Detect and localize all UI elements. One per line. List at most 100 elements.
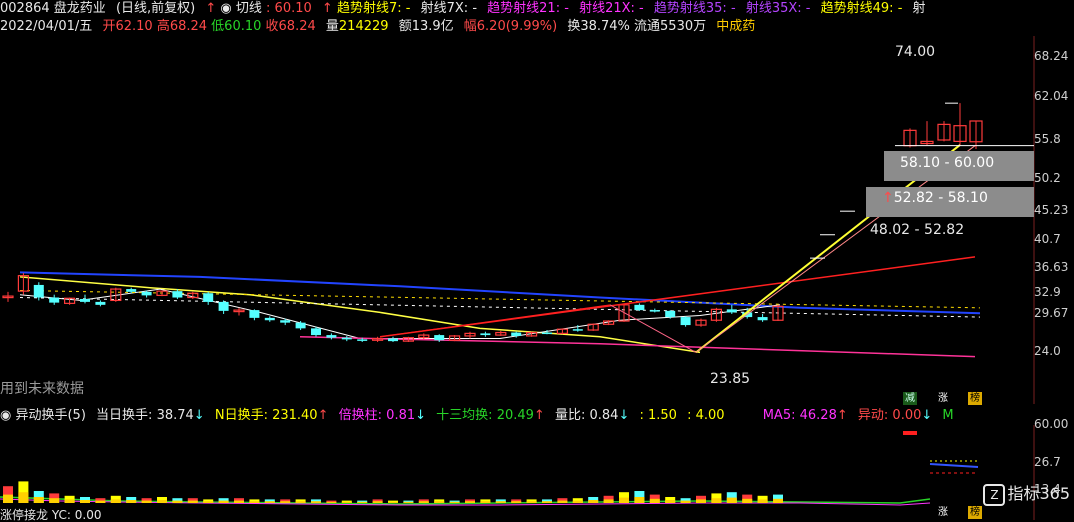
turnover-bars xyxy=(3,481,783,503)
arrow-down-icon: ↓ xyxy=(193,408,205,423)
candle-body[interactable] xyxy=(665,310,676,318)
spike-bar xyxy=(903,431,917,435)
axis-tick-label: 32.9 xyxy=(1034,285,1061,299)
dangri-label: 当日换手: xyxy=(96,408,153,423)
main-kline-chart[interactable] xyxy=(0,36,1074,404)
beihuan-label: 倍换柱: xyxy=(338,408,383,423)
turnover-bar-segment xyxy=(126,500,137,503)
candle-body[interactable] xyxy=(680,317,691,326)
turnover-bar-segment xyxy=(249,501,260,503)
brand-logo: Z 指标365 xyxy=(983,480,1070,506)
nri-value: 231.40 xyxy=(272,408,318,423)
period-label[interactable]: (日线,前复权) xyxy=(116,1,195,16)
bang-badge-sub[interactable]: 榜 xyxy=(968,506,982,519)
turnover-value: 换38.74% xyxy=(567,19,630,34)
magenta-ma-line xyxy=(299,336,976,358)
candle-body[interactable] xyxy=(280,320,291,323)
turnover-bar-segment xyxy=(388,501,398,503)
candle-body[interactable] xyxy=(249,310,260,318)
candle-body[interactable] xyxy=(172,291,183,298)
candle-body[interactable] xyxy=(511,332,522,336)
candle-body[interactable] xyxy=(357,339,368,341)
indicator-header: ◉ 异动换手(5) 当日换手: 38.74↓ N日换手: 231.40↑ 倍换柱… xyxy=(0,406,954,426)
candle-body[interactable] xyxy=(95,301,106,305)
candle-body[interactable] xyxy=(434,335,445,341)
turnover-bar-segment xyxy=(449,501,460,503)
axis-tick-label: 62.04 xyxy=(1034,89,1069,103)
candle-body[interactable] xyxy=(141,291,152,296)
candle-body[interactable] xyxy=(33,284,44,298)
candle-body[interactable] xyxy=(341,337,352,340)
qushi35-label: 趋势射线35: xyxy=(653,1,727,16)
candle-body[interactable] xyxy=(542,332,552,335)
candle-body[interactable] xyxy=(572,329,583,331)
candle-body[interactable] xyxy=(311,328,321,336)
shexian-trunc: 射 xyxy=(912,1,926,16)
arrow-down-icon: ↓ xyxy=(415,408,427,423)
axis-tick-label: 68.24 xyxy=(1034,49,1069,63)
qiexian-label: 切线 xyxy=(235,1,262,16)
turnover-bar-segment xyxy=(773,498,783,503)
turnover-bar-segment xyxy=(711,498,722,503)
open-value: 开62.10 xyxy=(102,19,153,34)
turnover-bar-segment xyxy=(511,501,522,503)
qiexian-value: : 60.10 xyxy=(266,1,312,16)
turnover-bar-segment xyxy=(80,500,90,503)
turnover-bar-segment xyxy=(49,498,60,503)
candle-body[interactable] xyxy=(80,298,90,302)
turnover-bar-segment xyxy=(264,501,275,503)
turnover-bar-segment xyxy=(418,501,429,503)
zhang-badge[interactable]: 涨 xyxy=(936,392,950,405)
candle-body[interactable] xyxy=(126,289,137,292)
gear-icon[interactable]: ◉ xyxy=(0,408,11,423)
turnover-bar-segment xyxy=(203,501,214,503)
turnover-bar-segment xyxy=(526,501,537,503)
candle-body[interactable] xyxy=(218,301,229,311)
qushi21-label: 趋势射线21: xyxy=(487,1,561,16)
turnover-subchart[interactable] xyxy=(0,425,1074,520)
candle-body[interactable] xyxy=(757,317,768,321)
logo-text: 指标365 xyxy=(1007,484,1070,503)
stock-name[interactable]: 盘龙药业 xyxy=(54,1,106,16)
high-value: 高68.24 xyxy=(156,19,208,34)
arrow-up-icon: ↑ xyxy=(882,190,894,206)
stock-code[interactable]: 002864 xyxy=(0,1,50,16)
candle-body[interactable] xyxy=(634,304,645,311)
candle-body[interactable] xyxy=(295,322,306,329)
candle-body[interactable] xyxy=(49,297,60,303)
turnover-bar-segment xyxy=(33,497,44,503)
jian-badge[interactable]: 减 xyxy=(903,392,917,405)
qushi21-value: - xyxy=(564,1,569,16)
candle-body[interactable] xyxy=(726,309,737,313)
indicator-name[interactable]: 异动换手(5) xyxy=(15,408,85,423)
yellow-ma-line xyxy=(19,276,701,354)
bang-badge[interactable]: 榜 xyxy=(968,392,982,405)
arrow-up-icon[interactable]: ↑ xyxy=(205,1,216,16)
turnover-bar-segment xyxy=(649,498,660,503)
qushi35-value: - xyxy=(730,1,736,16)
candle-body[interactable] xyxy=(264,317,275,321)
gear-icon[interactable]: ◉ xyxy=(220,1,231,16)
date-label: 2022/04/01/五 xyxy=(0,19,93,34)
float-value: 流通5530万 xyxy=(634,19,707,34)
candle-body[interactable] xyxy=(480,333,491,336)
quote-header: 002864 盘龙药业 (日线,前复权) ↑ ◉ 切线 : 60.10 ↑ 趋势… xyxy=(0,0,926,18)
candle-body[interactable] xyxy=(326,335,337,338)
candle-body[interactable] xyxy=(203,293,214,302)
v2-value: : 4.00 xyxy=(687,408,725,423)
candle-body[interactable] xyxy=(388,338,398,342)
v1-value: : 1.50 xyxy=(639,408,677,423)
turnover-bar-segment xyxy=(434,501,445,503)
turnover-bar-segment xyxy=(542,501,552,503)
zhang-badge-sub[interactable]: 涨 xyxy=(936,506,950,519)
indicator-trunc: M xyxy=(942,408,954,423)
arrow-up-icon: ↑ xyxy=(836,408,848,423)
turnover-bar-segment xyxy=(495,501,506,503)
sector-link[interactable]: 中成药 xyxy=(716,19,755,34)
candle-body[interactable] xyxy=(649,310,660,312)
turnover-bar-segment xyxy=(187,500,198,503)
turnover-bar-segment xyxy=(357,501,368,503)
turnover-bar-segment xyxy=(18,492,29,503)
turnover-bar-segment xyxy=(3,494,13,503)
zone-52-58: ↑52.82 - 58.10 xyxy=(866,187,1034,217)
